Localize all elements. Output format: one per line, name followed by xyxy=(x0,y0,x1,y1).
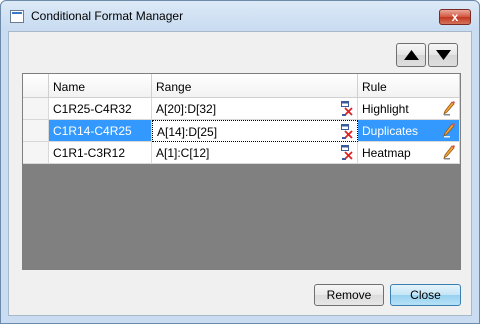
move-down-button[interactable] xyxy=(428,43,458,67)
edit-pencil-icon[interactable] xyxy=(443,123,455,138)
range-text: A[14]:D[25] xyxy=(157,125,218,139)
table-row[interactable]: C1R25-C4R32 A[20]:D[32] Highlight xyxy=(23,98,460,120)
rule-text: Heatmap xyxy=(362,146,411,160)
range-cell[interactable]: A[14]:D[25] xyxy=(152,120,358,142)
rule-text: Duplicates xyxy=(362,124,419,138)
window-close-button[interactable]: x xyxy=(439,9,471,25)
triangle-up-icon xyxy=(404,50,419,60)
range-picker-icon[interactable] xyxy=(341,101,354,116)
column-header-range[interactable]: Range xyxy=(152,74,358,98)
rule-cell[interactable]: Duplicates xyxy=(358,120,460,142)
name-cell[interactable]: C1R1-C3R12 xyxy=(49,142,152,164)
dialog-window: Conditional Format Manager x Name Range … xyxy=(0,0,480,324)
range-picker-icon[interactable] xyxy=(341,145,354,160)
range-picker-icon[interactable] xyxy=(341,124,354,139)
edit-pencil-icon[interactable] xyxy=(443,101,455,116)
move-up-button[interactable] xyxy=(396,43,426,67)
dialog-body: Name Range Rule C1R25-C4R32 A[20]:D[32] … xyxy=(8,31,472,316)
remove-button[interactable]: Remove xyxy=(314,284,384,306)
triangle-down-icon xyxy=(436,50,451,60)
close-button[interactable]: Close xyxy=(390,284,461,306)
rule-text: Highlight xyxy=(362,102,409,116)
rule-cell[interactable]: Highlight xyxy=(358,98,460,120)
name-cell[interactable]: C1R25-C4R32 xyxy=(49,98,152,120)
row-header[interactable] xyxy=(23,98,49,120)
table-row[interactable]: C1R1-C3R12 A[1]:C[12] Heatmap xyxy=(23,142,460,164)
format-rules-table[interactable]: Name Range Rule C1R25-C4R32 A[20]:D[32] … xyxy=(22,73,461,270)
range-cell[interactable]: A[1]:C[12] xyxy=(152,142,358,164)
edit-pencil-icon[interactable] xyxy=(443,145,455,160)
title-bar[interactable]: Conditional Format Manager x xyxy=(1,1,479,31)
window-app-icon xyxy=(10,10,24,23)
range-cell[interactable]: A[20]:D[32] xyxy=(152,98,358,120)
range-text: A[20]:D[32] xyxy=(156,102,217,116)
range-text: A[1]:C[12] xyxy=(156,146,210,160)
rule-cell[interactable]: Heatmap xyxy=(358,142,460,164)
column-header-name[interactable]: Name xyxy=(49,74,152,98)
column-header-rule[interactable]: Rule xyxy=(358,74,460,98)
table-row-selected[interactable]: C1R14-C4R25 A[14]:D[25] Duplicates xyxy=(23,120,460,142)
row-header[interactable] xyxy=(23,120,49,142)
window-title: Conditional Format Manager xyxy=(31,9,184,23)
row-header[interactable] xyxy=(23,142,49,164)
corner-header xyxy=(23,74,49,98)
name-cell[interactable]: C1R14-C4R25 xyxy=(49,120,152,142)
